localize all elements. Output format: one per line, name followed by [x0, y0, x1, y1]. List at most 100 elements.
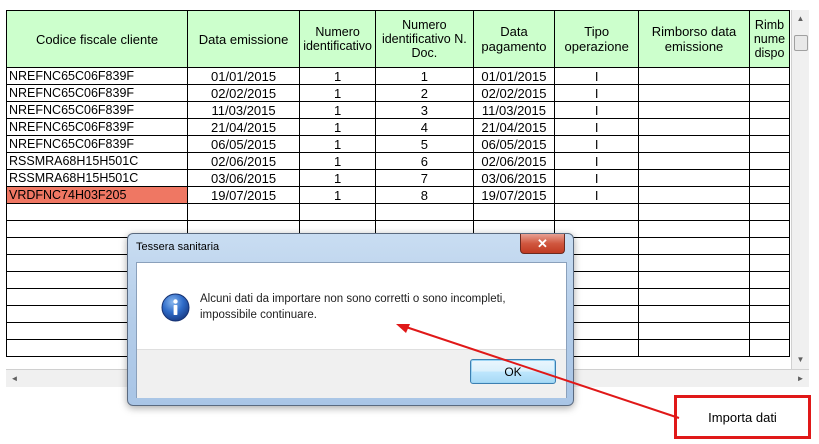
- cell-numero-id[interactable]: 1: [299, 186, 377, 204]
- empty-cell[interactable]: [749, 84, 790, 102]
- empty-cell[interactable]: [638, 220, 751, 238]
- empty-cell[interactable]: [299, 203, 377, 221]
- empty-cell[interactable]: [638, 254, 751, 272]
- scroll-left-icon[interactable]: ◄: [6, 370, 23, 387]
- vertical-scrollbar[interactable]: ▲ ▼: [791, 10, 809, 369]
- empty-cell[interactable]: [638, 101, 751, 119]
- cell-numero-id[interactable]: 1: [299, 101, 377, 119]
- empty-cell[interactable]: [638, 67, 751, 85]
- table-row[interactable]: NREFNC65C06F839F 02/02/2015 1 2 02/02/2015 I: [6, 84, 790, 102]
- cell-tipo[interactable]: I: [554, 135, 640, 153]
- cell-numero-id[interactable]: 1: [299, 67, 377, 85]
- cell-data-emissione[interactable]: 03/06/2015: [187, 169, 301, 187]
- empty-table-row[interactable]: [6, 203, 790, 221]
- table-row[interactable]: RSSMRA68H15H501C 02/06/2015 1 6 02/06/2015 I: [6, 152, 790, 170]
- empty-cell[interactable]: [6, 203, 189, 221]
- cell-data-pagamento[interactable]: 02/02/2015: [472, 84, 556, 102]
- cell-data-emissione[interactable]: 02/06/2015: [187, 152, 301, 170]
- table-row[interactable]: VRDFNC74H03F205 19/07/2015 1 8 19/07/2015 I: [6, 186, 790, 204]
- cell-numero-doc[interactable]: 4: [375, 118, 474, 136]
- empty-cell[interactable]: [554, 203, 640, 221]
- header-data-pagamento[interactable]: Data pagamento: [472, 10, 556, 68]
- scroll-down-icon[interactable]: ▼: [792, 351, 809, 368]
- vertical-scroll-thumb[interactable]: [794, 35, 808, 51]
- table-row[interactable]: NREFNC65C06F839F 06/05/2015 1 5 06/05/2015 I: [6, 135, 790, 153]
- empty-cell[interactable]: [749, 220, 790, 238]
- header-codice-fiscale[interactable]: Codice fiscale cliente: [6, 10, 189, 68]
- header-rimborso-numero[interactable]: Rimb nume dispo: [749, 10, 790, 68]
- cell-data-pagamento[interactable]: 01/01/2015: [472, 67, 556, 85]
- cell-numero-doc[interactable]: 5: [375, 135, 474, 153]
- cell-numero-doc[interactable]: 8: [375, 186, 474, 204]
- empty-cell[interactable]: [638, 135, 751, 153]
- empty-cell[interactable]: [638, 271, 751, 289]
- empty-cell[interactable]: [749, 152, 790, 170]
- empty-cell[interactable]: [472, 203, 556, 221]
- empty-cell[interactable]: [749, 67, 790, 85]
- cell-numero-id[interactable]: 1: [299, 152, 377, 170]
- cell-numero-doc[interactable]: 7: [375, 169, 474, 187]
- cell-numero-doc[interactable]: 6: [375, 152, 474, 170]
- empty-cell[interactable]: [638, 322, 751, 340]
- empty-cell[interactable]: [638, 118, 751, 136]
- scroll-right-icon[interactable]: ►: [792, 370, 809, 387]
- cell-numero-doc[interactable]: 3: [375, 101, 474, 119]
- header-rimborso-data-emissione[interactable]: Rimborso data emissione: [638, 10, 751, 68]
- empty-cell[interactable]: [638, 84, 751, 102]
- cell-numero-doc[interactable]: 2: [375, 84, 474, 102]
- header-tipo-operazione[interactable]: Tipo operazione: [554, 10, 640, 68]
- close-icon[interactable]: ✕: [520, 234, 565, 254]
- empty-cell[interactable]: [638, 339, 751, 357]
- table-row[interactable]: NREFNC65C06F839F 01/01/2015 1 1 01/01/2015 I: [6, 67, 790, 85]
- cell-numero-id[interactable]: 1: [299, 169, 377, 187]
- cell-tipo[interactable]: I: [554, 152, 640, 170]
- cell-tipo[interactable]: I: [554, 118, 640, 136]
- empty-cell[interactable]: [749, 271, 790, 289]
- empty-cell[interactable]: [749, 288, 790, 306]
- cell-codice[interactable]: NREFNC65C06F839F: [6, 67, 189, 85]
- cell-codice[interactable]: NREFNC65C06F839F: [6, 135, 189, 153]
- cell-data-emissione[interactable]: 21/04/2015: [187, 118, 301, 136]
- cell-tipo[interactable]: I: [554, 84, 640, 102]
- cell-tipo[interactable]: I: [554, 169, 640, 187]
- empty-cell[interactable]: [638, 237, 751, 255]
- empty-cell[interactable]: [638, 169, 751, 187]
- cell-data-pagamento[interactable]: 02/06/2015: [472, 152, 556, 170]
- cell-data-emissione[interactable]: 19/07/2015: [187, 186, 301, 204]
- cell-data-pagamento[interactable]: 19/07/2015: [472, 186, 556, 204]
- empty-cell[interactable]: [638, 305, 751, 323]
- empty-cell[interactable]: [638, 186, 751, 204]
- empty-cell[interactable]: [749, 135, 790, 153]
- cell-data-pagamento[interactable]: 03/06/2015: [472, 169, 556, 187]
- empty-cell[interactable]: [749, 254, 790, 272]
- header-data-emissione[interactable]: Data emissione: [187, 10, 301, 68]
- empty-cell[interactable]: [749, 322, 790, 340]
- empty-cell[interactable]: [187, 203, 301, 221]
- ok-button[interactable]: OK: [470, 359, 556, 384]
- cell-codice[interactable]: VRDFNC74H03F205: [6, 186, 189, 204]
- header-numero-identificativo[interactable]: Numero identificativo: [299, 10, 377, 68]
- table-row[interactable]: NREFNC65C06F839F 11/03/2015 1 3 11/03/2015 I: [6, 101, 790, 119]
- cell-tipo[interactable]: I: [554, 186, 640, 204]
- cell-data-pagamento[interactable]: 21/04/2015: [472, 118, 556, 136]
- cell-numero-doc[interactable]: 1: [375, 67, 474, 85]
- cell-codice[interactable]: NREFNC65C06F839F: [6, 101, 189, 119]
- import-data-button[interactable]: Importa dati: [674, 395, 811, 439]
- table-row[interactable]: RSSMRA68H15H501C 03/06/2015 1 7 03/06/2015 I: [6, 169, 790, 187]
- empty-cell[interactable]: [749, 305, 790, 323]
- empty-cell[interactable]: [749, 339, 790, 357]
- table-row[interactable]: NREFNC65C06F839F 21/04/2015 1 4 21/04/2015 I: [6, 118, 790, 136]
- cell-numero-id[interactable]: 1: [299, 135, 377, 153]
- cell-numero-id[interactable]: 1: [299, 118, 377, 136]
- cell-codice[interactable]: RSSMRA68H15H501C: [6, 169, 189, 187]
- cell-codice[interactable]: NREFNC65C06F839F: [6, 118, 189, 136]
- empty-cell[interactable]: [638, 152, 751, 170]
- cell-data-emissione[interactable]: 01/01/2015: [187, 67, 301, 85]
- empty-cell[interactable]: [749, 118, 790, 136]
- cell-data-emissione[interactable]: 06/05/2015: [187, 135, 301, 153]
- cell-codice[interactable]: RSSMRA68H15H501C: [6, 152, 189, 170]
- empty-cell[interactable]: [749, 237, 790, 255]
- empty-cell[interactable]: [375, 203, 474, 221]
- scroll-up-icon[interactable]: ▲: [792, 10, 809, 27]
- empty-cell[interactable]: [638, 288, 751, 306]
